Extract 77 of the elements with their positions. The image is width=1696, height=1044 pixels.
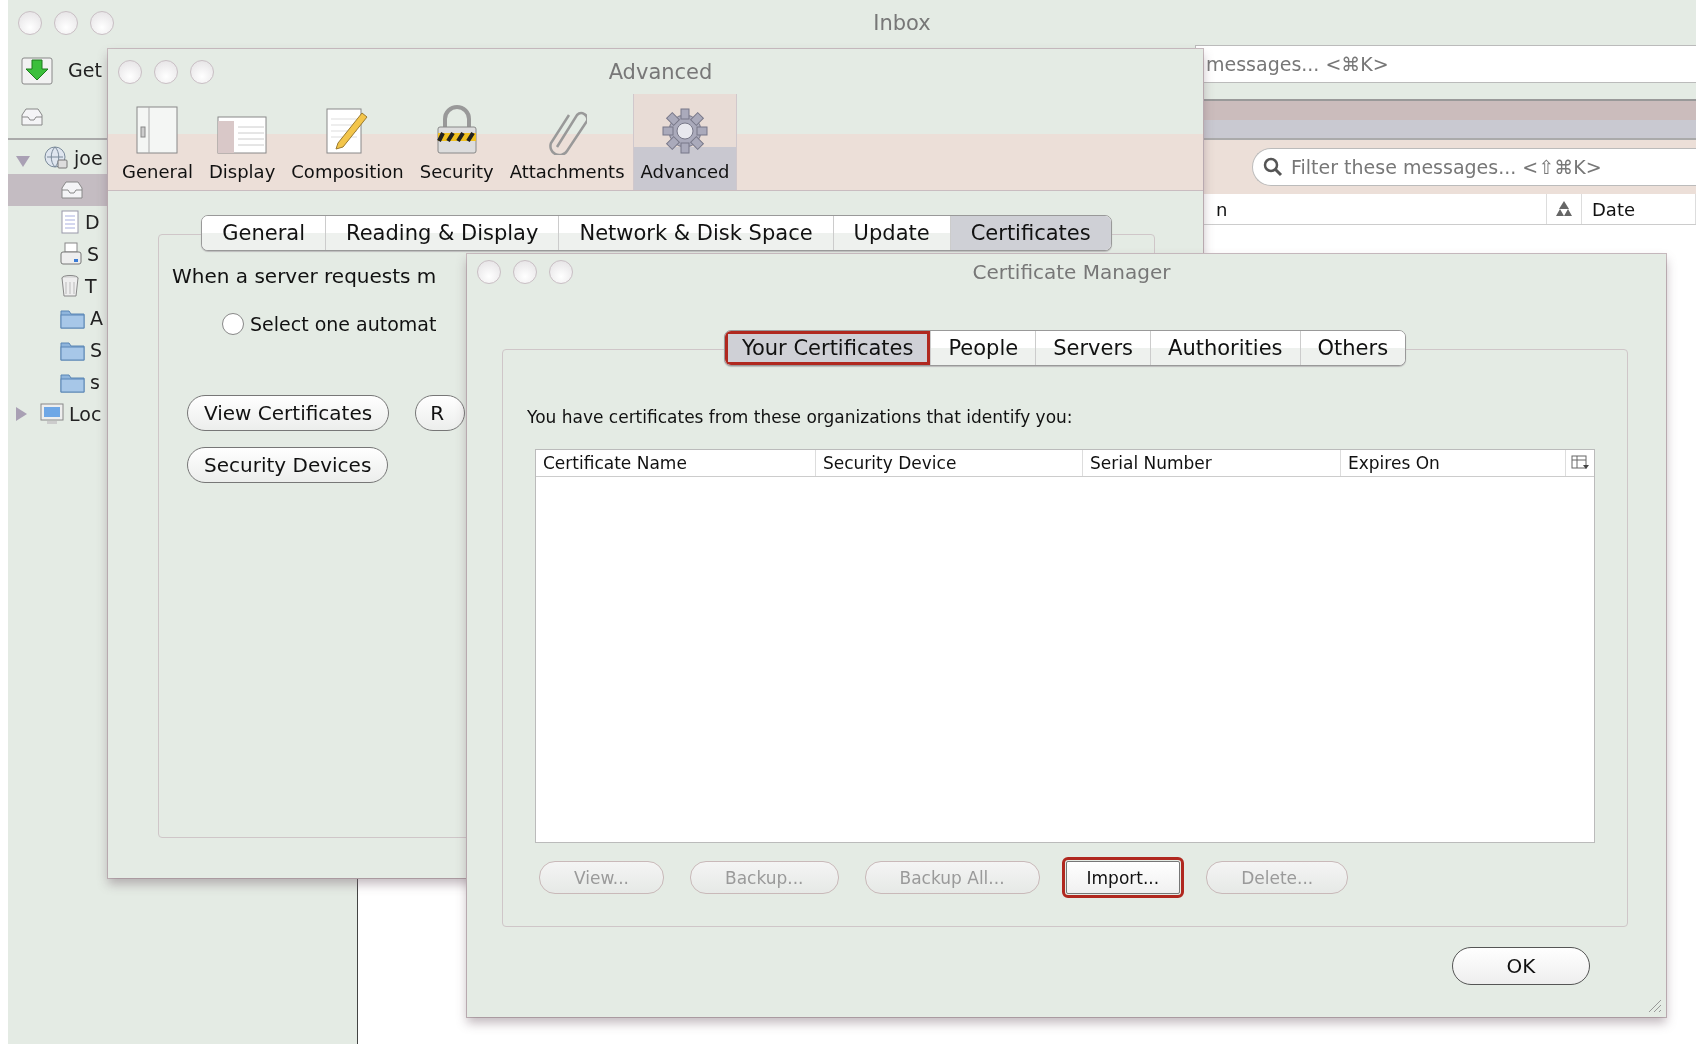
folder-item[interactable]: s bbox=[8, 366, 107, 398]
folder-item[interactable]: D bbox=[8, 206, 107, 238]
window-icon bbox=[216, 115, 269, 155]
tab[interactable]: Authorities bbox=[1150, 331, 1300, 365]
folder-label: joe bbox=[74, 147, 103, 169]
folder-label: Loc bbox=[69, 403, 102, 425]
tab[interactable]: Network & Disk Space bbox=[558, 216, 833, 250]
folder-label: s bbox=[90, 371, 100, 393]
folder-item[interactable]: A bbox=[8, 302, 107, 334]
column-header[interactable]: Expires On bbox=[1341, 450, 1566, 476]
preference-pane-button[interactable]: Attachments bbox=[501, 94, 633, 190]
zoom-button[interactable] bbox=[549, 260, 573, 284]
folder-icon bbox=[60, 307, 85, 329]
button[interactable]: R bbox=[415, 395, 466, 431]
folder-label: A bbox=[90, 307, 103, 329]
gear-icon bbox=[661, 107, 709, 155]
tab[interactable]: Reading & Display bbox=[325, 216, 559, 250]
printer-icon bbox=[60, 242, 82, 266]
preference-pane-button[interactable]: Security bbox=[411, 94, 502, 190]
tab[interactable]: Your Certificates bbox=[724, 331, 931, 365]
folder-item[interactable]: S bbox=[8, 334, 107, 366]
column-header[interactable]: Certificate Name bbox=[536, 450, 816, 476]
tab[interactable]: Certificates bbox=[949, 216, 1111, 250]
download-tray-icon bbox=[20, 54, 54, 86]
intro-text: You have certificates from these organizations that identify you: bbox=[527, 407, 1074, 427]
folder-item[interactable] bbox=[8, 174, 107, 206]
folder-item[interactable]: T bbox=[8, 270, 107, 302]
window-title: Inbox bbox=[872, 10, 932, 35]
search-icon bbox=[1263, 157, 1283, 177]
folder-label: T bbox=[85, 275, 97, 297]
folder-label: S bbox=[87, 243, 100, 265]
tab[interactable]: Update bbox=[832, 216, 950, 250]
folder-label: S bbox=[90, 339, 103, 361]
minimize-button[interactable] bbox=[154, 59, 178, 84]
prompt-text: When a server requests m bbox=[172, 264, 437, 288]
folder-label: D bbox=[85, 211, 100, 233]
tab[interactable]: People bbox=[930, 331, 1036, 365]
preference-pane-button[interactable]: Composition bbox=[283, 94, 412, 190]
column-header[interactable]: Security Device bbox=[816, 450, 1083, 476]
window-title: Advanced bbox=[607, 59, 714, 84]
tray-icon bbox=[60, 180, 84, 200]
padlock-icon bbox=[434, 105, 479, 155]
column-header[interactable]: n bbox=[1214, 194, 1234, 224]
ok-button[interactable]: OK bbox=[1452, 947, 1590, 985]
minimize-button[interactable] bbox=[513, 260, 537, 284]
preference-pane-button[interactable]: Advanced bbox=[632, 94, 738, 190]
close-button[interactable] bbox=[118, 59, 142, 84]
tray-icon bbox=[20, 106, 44, 127]
column-header[interactable]: Date bbox=[1582, 194, 1696, 224]
disclosure-triangle-icon[interactable] bbox=[16, 407, 27, 421]
tab[interactable]: Servers bbox=[1035, 331, 1151, 365]
view-certificates-button[interactable]: View Certificates bbox=[187, 395, 390, 431]
preference-pane-button[interactable]: General bbox=[114, 94, 201, 190]
column-picker-icon bbox=[1571, 455, 1589, 471]
folder-item[interactable]: S bbox=[8, 238, 107, 270]
minimize-button[interactable] bbox=[54, 10, 78, 35]
radio-option[interactable]: Select one automat bbox=[222, 313, 437, 335]
preference-pane-button[interactable]: Display bbox=[200, 94, 284, 190]
get-mail-button[interactable]: Get bbox=[20, 54, 102, 86]
tab[interactable]: General bbox=[202, 216, 326, 250]
folder-icon bbox=[60, 371, 85, 393]
security-devices-button[interactable]: Security Devices bbox=[187, 447, 389, 483]
window-title: Certificate Manager bbox=[971, 260, 1172, 284]
close-button[interactable] bbox=[18, 10, 42, 35]
zoom-button[interactable] bbox=[90, 10, 114, 35]
zoom-button[interactable] bbox=[190, 59, 214, 84]
trash-icon bbox=[60, 274, 80, 298]
computer-icon bbox=[40, 402, 64, 426]
folder-icon bbox=[60, 339, 85, 361]
search-field[interactable]: messages... <⌘K> bbox=[1195, 45, 1696, 83]
column-header[interactable]: Serial Number bbox=[1083, 450, 1341, 476]
document-icon bbox=[60, 210, 80, 234]
filter-field[interactable]: Filter these messages... <⇧⌘K> bbox=[1252, 148, 1696, 186]
close-button[interactable] bbox=[477, 260, 501, 284]
globe-icon bbox=[43, 145, 69, 171]
folder-item[interactable]: Loc bbox=[8, 398, 107, 430]
tab[interactable]: Others bbox=[1299, 331, 1406, 365]
